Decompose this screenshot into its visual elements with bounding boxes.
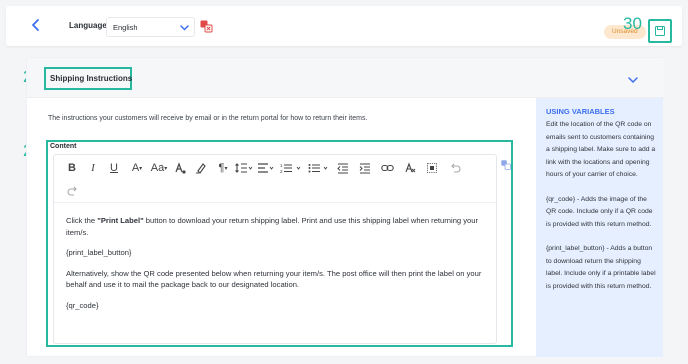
paragraph-icon[interactable]: ¶ ▾	[214, 161, 232, 175]
language-select-value: English	[113, 23, 138, 32]
content-label: Content	[50, 143, 77, 150]
section-description: The instructions your customers will rec…	[48, 115, 368, 122]
variables-help-sidebar: USING VARIABLES Edit the location of the…	[536, 98, 663, 357]
indent-icon[interactable]	[359, 161, 371, 175]
language-select[interactable]: English	[106, 17, 195, 37]
redo-icon[interactable]	[66, 184, 80, 198]
editor-toolbar: B I U A ▾ Aa ▾ ¶ ▾ 12	[54, 155, 496, 203]
align-icon[interactable]	[257, 161, 275, 175]
select-all-icon[interactable]	[426, 161, 438, 175]
section-title: Shipping Instructions	[50, 74, 133, 83]
back-arrow-icon[interactable]	[31, 18, 45, 34]
link-icon[interactable]	[381, 161, 394, 175]
shipping-instructions-panel: Shipping Instructions The instructions y…	[26, 57, 664, 357]
sidebar-text: Edit the location of the QR code on emai…	[546, 119, 658, 305]
clear-format-icon[interactable]	[404, 161, 416, 175]
language-label: Language	[69, 21, 107, 30]
sidebar-title: USING VARIABLES	[546, 107, 615, 116]
rich-text-editor[interactable]: B I U A ▾ Aa ▾ ¶ ▾ 12 Click the "Print L…	[53, 154, 497, 344]
sidebar-paragraph: {qr_code} - Adds the image of the QR cod…	[546, 195, 653, 228]
remove-translation-icon[interactable]	[200, 20, 213, 33]
undo-icon[interactable]	[448, 161, 462, 175]
font-color-icon[interactable]: A ▾	[129, 161, 145, 175]
ordered-list-icon[interactable]: 12	[280, 161, 302, 175]
translate-icon[interactable]	[501, 157, 511, 170]
line-height-icon[interactable]	[235, 161, 253, 175]
outdent-icon[interactable]	[337, 161, 349, 175]
top-bar: Language English Unsaved 30	[6, 6, 682, 46]
chevron-down-icon	[179, 21, 190, 33]
font-size-icon[interactable]: Aa ▾	[149, 161, 169, 175]
chevron-down-icon[interactable]	[627, 72, 639, 84]
editor-paragraph: Alternatively, show the QR code presente…	[66, 268, 482, 290]
save-button[interactable]	[648, 19, 672, 43]
italic-icon[interactable]: I	[87, 161, 99, 175]
svg-text:2: 2	[280, 169, 283, 174]
unordered-list-icon[interactable]	[308, 161, 330, 175]
editor-content: Click the "Print Label" button to downlo…	[66, 215, 486, 320]
callout-number: 30	[623, 14, 642, 33]
sidebar-paragraph: Edit the location of the QR code on emai…	[546, 121, 656, 178]
section-title-highlight: Shipping Instructions	[44, 67, 132, 90]
underline-icon[interactable]: U	[108, 161, 120, 175]
bold-icon[interactable]: B	[66, 161, 78, 175]
editor-paragraph: {print_label_button}	[66, 248, 132, 257]
content-editor-highlight: Content B I U A ▾ Aa ▾ ¶ ▾ 1 2 Click the…	[46, 140, 513, 347]
panel-header[interactable]: Shipping Instructions	[27, 58, 664, 98]
text-color-icon[interactable]	[174, 161, 186, 175]
editor-paragraph: Click the "Print Label" button to downlo…	[66, 216, 479, 237]
sidebar-paragraph: {print_label_button} - Adds a button to …	[546, 245, 656, 290]
highlight-icon[interactable]	[195, 161, 207, 175]
editor-paragraph: {qr_code}	[66, 300, 99, 310]
svg-text:1: 1	[280, 163, 283, 168]
